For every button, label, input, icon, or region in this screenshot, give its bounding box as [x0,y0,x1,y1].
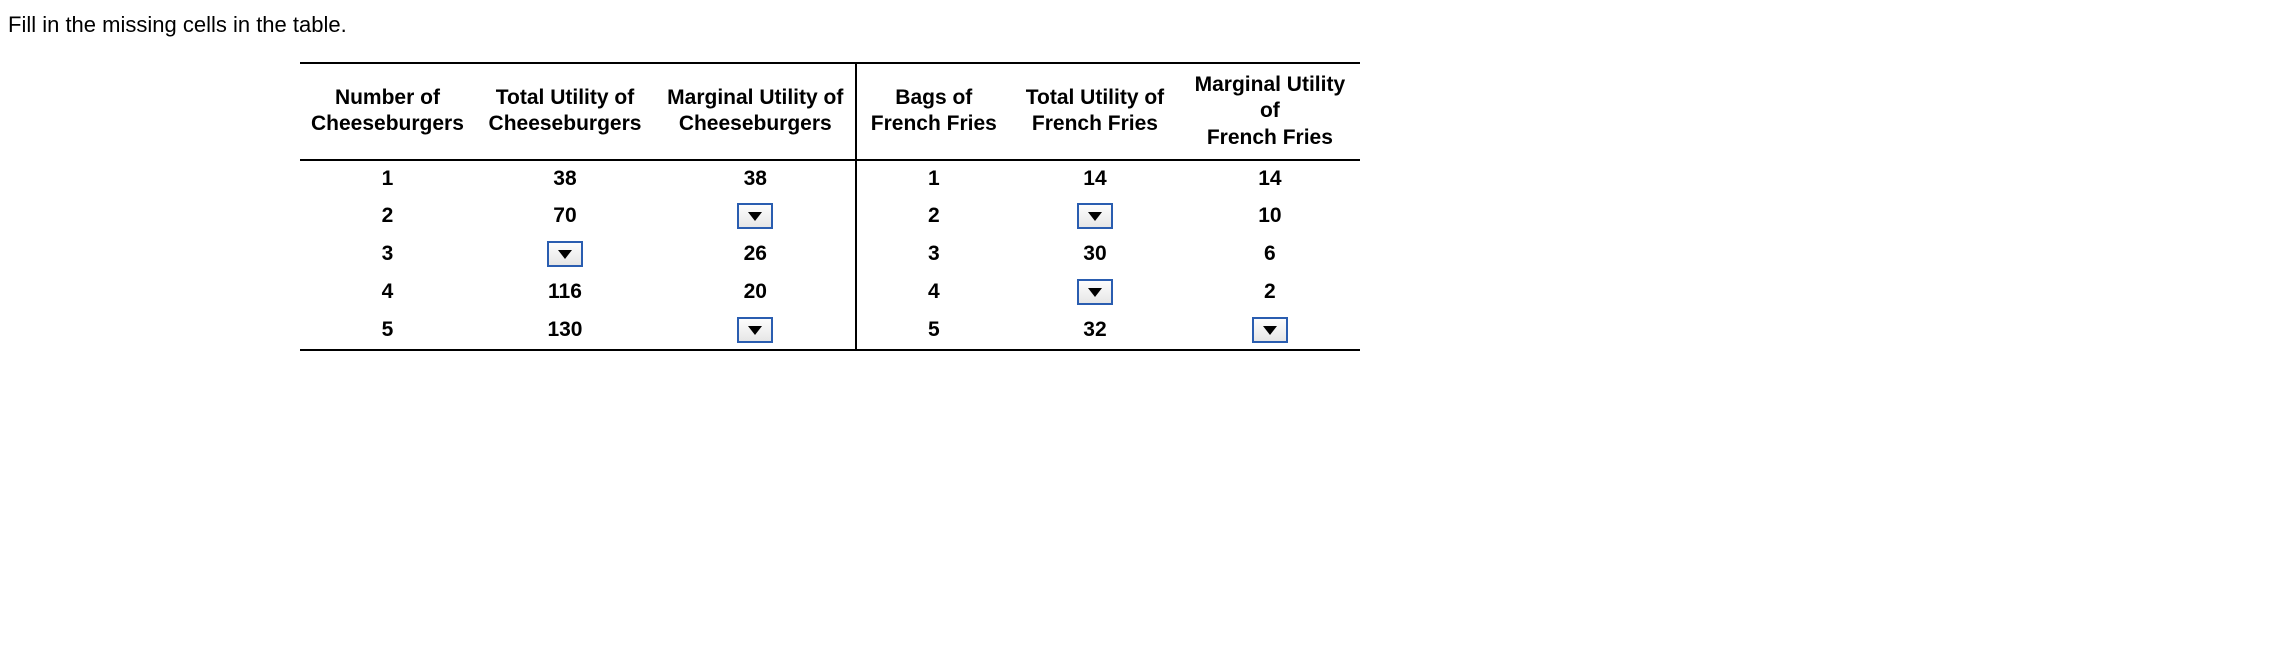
header-tu-cheeseburgers: Total Utility of Cheeseburgers [475,63,655,160]
cell-value: 26 [744,242,767,265]
num-fries-cell: 3 [856,235,1010,273]
header-mu-cheeseburgers: Marginal Utility of Cheeseburgers [655,63,856,160]
cell-value: 1 [382,167,394,190]
cell-value: 20 [744,280,767,303]
dropdown-select[interactable] [1077,203,1113,229]
utility-table: Number of Cheeseburgers Total Utility of… [300,62,1360,351]
mu-cheeseburgers-cell: 26 [655,235,856,273]
mu-cheeseburgers-cell [655,311,856,350]
cell-value: 2 [382,204,394,227]
tu-cheeseburgers-cell: 70 [475,197,655,235]
header-text: Bags of [895,86,972,109]
header-text: Cheeseburgers [679,112,832,135]
header-text: Marginal Utility of [1195,73,1346,122]
cell-value: 38 [744,167,767,190]
table-row: 4 116 20 4 2 [300,273,1360,311]
cell-value: 14 [1083,167,1106,190]
header-mu-fries: Marginal Utility of French Fries [1180,63,1360,160]
cell-value: 116 [548,280,582,303]
cell-value: 3 [928,242,940,265]
cell-value: 32 [1083,318,1106,341]
cell-value: 2 [928,204,940,227]
num-cheeseburgers-cell: 3 [300,235,475,273]
num-cheeseburgers-cell: 1 [300,160,475,197]
table-row: 1 38 38 1 14 14 [300,160,1360,197]
header-text: Total Utility of [1026,86,1164,109]
mu-cheeseburgers-cell: 20 [655,273,856,311]
tu-fries-cell [1010,273,1180,311]
cell-value: 5 [382,318,394,341]
cell-value: 10 [1258,204,1281,227]
tu-fries-cell: 32 [1010,311,1180,350]
num-fries-cell: 5 [856,311,1010,350]
dropdown-select[interactable] [737,203,773,229]
table-header-row: Number of Cheeseburgers Total Utility of… [300,63,1360,160]
num-fries-cell: 1 [856,160,1010,197]
num-fries-cell: 2 [856,197,1010,235]
mu-cheeseburgers-cell [655,197,856,235]
header-text: Marginal Utility of [667,86,843,109]
dropdown-select[interactable] [1077,279,1113,305]
table-row: 3 26 3 30 6 [300,235,1360,273]
tu-cheeseburgers-cell: 38 [475,160,655,197]
tu-cheeseburgers-cell [475,235,655,273]
tu-fries-cell [1010,197,1180,235]
cell-value: 38 [553,167,576,190]
header-text: Cheeseburgers [311,112,464,135]
dropdown-select[interactable] [737,317,773,343]
header-bags-fries: Bags of French Fries [856,63,1010,160]
table-row: 2 70 2 10 [300,197,1360,235]
tu-fries-cell: 30 [1010,235,1180,273]
num-cheeseburgers-cell: 4 [300,273,475,311]
instruction-text: Fill in the missing cells in the table. [0,0,2288,38]
num-fries-cell: 4 [856,273,1010,311]
mu-fries-cell: 2 [1180,273,1360,311]
cell-value: 130 [547,318,582,341]
cell-value: 4 [928,280,940,303]
tu-cheeseburgers-cell: 130 [475,311,655,350]
table-body: 1 38 38 1 14 14 2 70 2 10 3 26 3 30 6 4 116 20 4 2 5 130 5 32 [300,160,1360,350]
header-num-cheeseburgers: Number of Cheeseburgers [300,63,475,160]
dropdown-select[interactable] [547,241,583,267]
cell-value: 3 [382,242,394,265]
mu-fries-cell: 14 [1180,160,1360,197]
tu-cheeseburgers-cell: 116 [475,273,655,311]
mu-fries-cell [1180,311,1360,350]
header-text: Cheeseburgers [489,112,642,135]
cell-value: 30 [1083,242,1106,265]
cell-value: 14 [1258,167,1281,190]
cell-value: 5 [928,318,940,341]
cell-value: 6 [1264,242,1276,265]
mu-fries-cell: 10 [1180,197,1360,235]
cell-value: 70 [553,204,576,227]
utility-table-container: Number of Cheeseburgers Total Utility of… [300,62,1360,351]
cell-value: 1 [928,167,940,190]
header-tu-fries: Total Utility of French Fries [1010,63,1180,160]
mu-fries-cell: 6 [1180,235,1360,273]
num-cheeseburgers-cell: 2 [300,197,475,235]
dropdown-select[interactable] [1252,317,1288,343]
cell-value: 2 [1264,280,1276,303]
header-text: Total Utility of [496,86,634,109]
header-text: French Fries [1207,126,1333,149]
header-text: Number of [335,86,440,109]
mu-cheeseburgers-cell: 38 [655,160,856,197]
header-text: French Fries [871,112,997,135]
table-row: 5 130 5 32 [300,311,1360,350]
num-cheeseburgers-cell: 5 [300,311,475,350]
cell-value: 4 [382,280,394,303]
header-text: French Fries [1032,112,1158,135]
tu-fries-cell: 14 [1010,160,1180,197]
